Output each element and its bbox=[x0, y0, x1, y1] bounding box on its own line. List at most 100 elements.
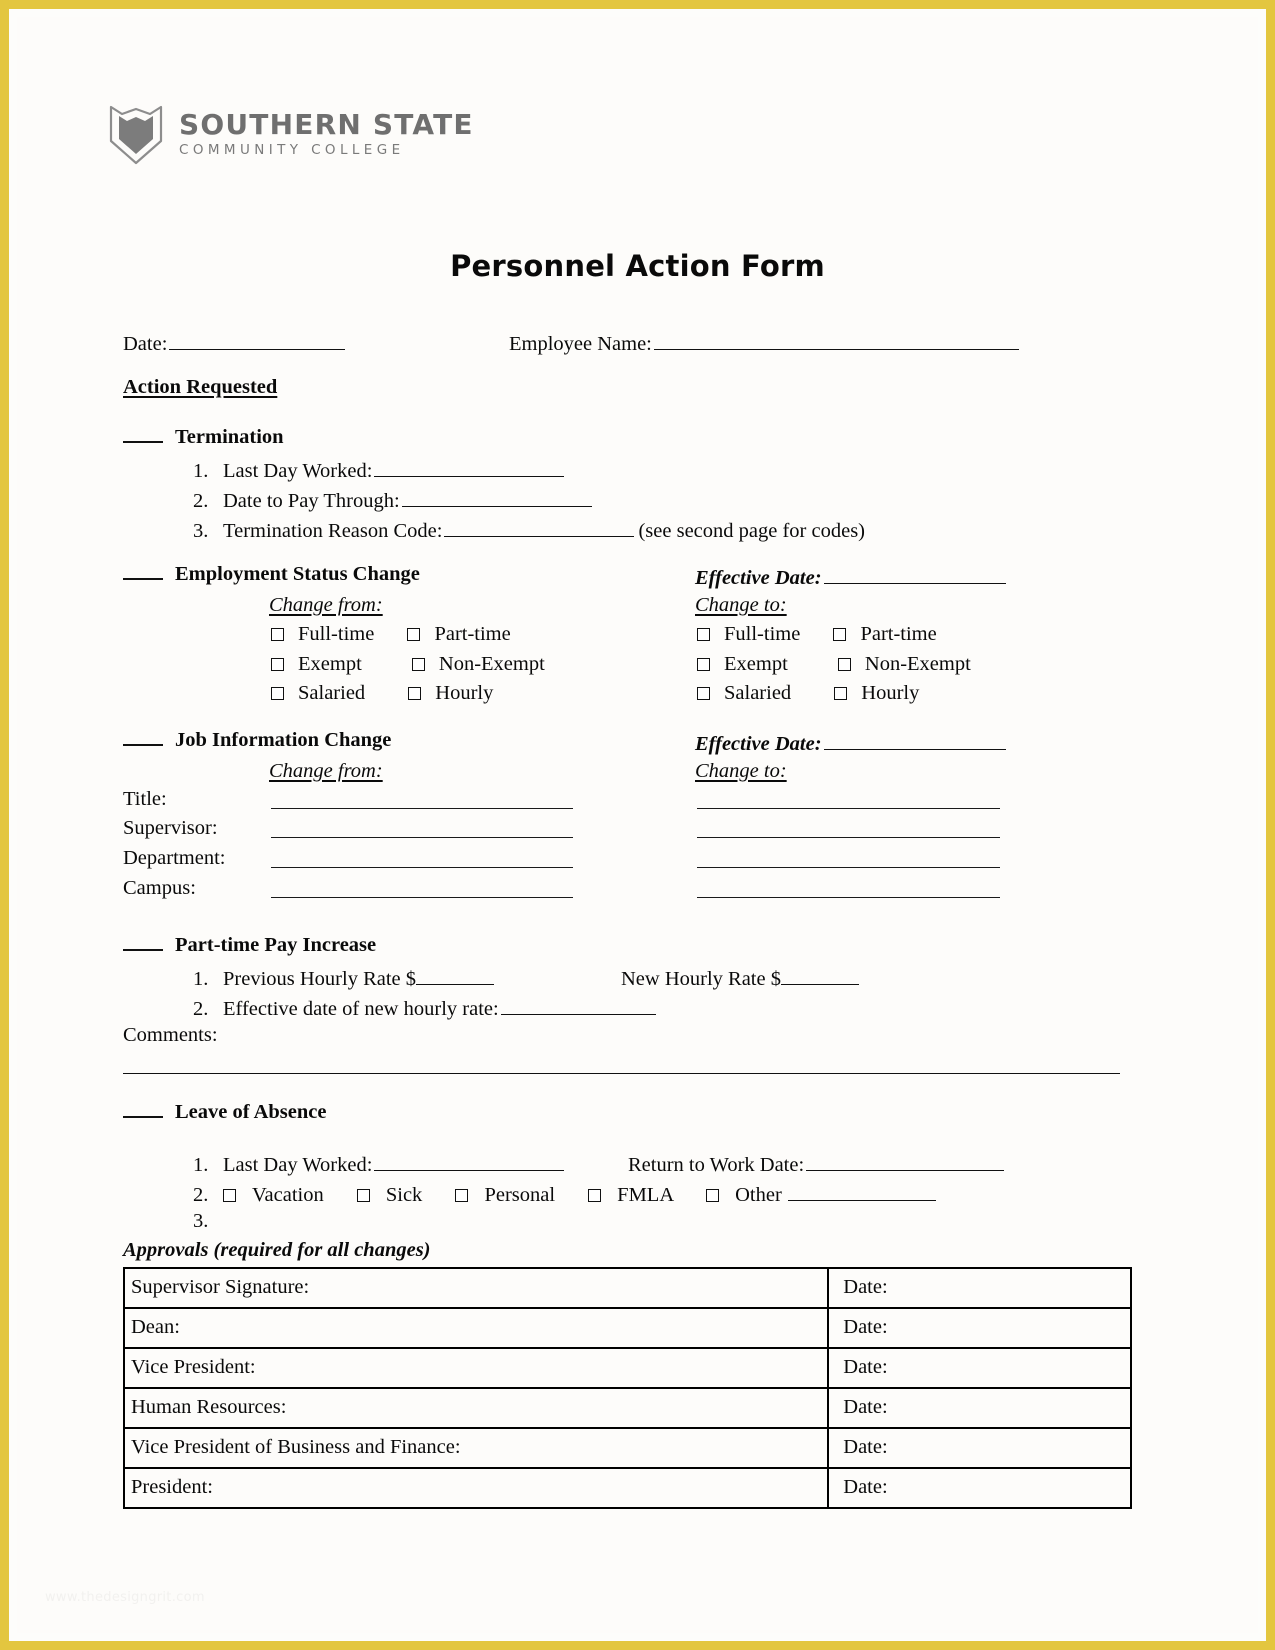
job-to-title-blank[interactable] bbox=[697, 789, 1000, 809]
section-termination-heading: Termination bbox=[123, 427, 284, 448]
date-input-blank[interactable] bbox=[169, 330, 346, 350]
employment-status-effective-date-group: Effective Date: bbox=[695, 564, 1006, 588]
previous-hourly-rate-blank[interactable] bbox=[416, 965, 495, 985]
job-field-supervisor-label: Supervisor: bbox=[123, 817, 218, 839]
approval-role-supervisor: Supervisor Signature: bbox=[122, 1267, 830, 1309]
date-to-pay-through-blank[interactable] bbox=[401, 487, 592, 507]
job-info-effective-date-blank[interactable] bbox=[823, 730, 1006, 750]
checkbox-loa-fmla[interactable] bbox=[588, 1188, 602, 1202]
employment-status-effective-date-blank[interactable] bbox=[823, 564, 1006, 584]
new-hourly-rate-blank[interactable] bbox=[780, 965, 859, 985]
approval-role-dean: Dean: bbox=[122, 1307, 830, 1349]
checkbox-to-exempt[interactable] bbox=[697, 658, 710, 671]
pay-increase-item-1: 1. Previous Hourly Rate $ bbox=[193, 965, 495, 989]
termination-heading-label: Termination bbox=[175, 426, 284, 448]
page-gold-frame: SOUTHERN STATE COMMUNITY COLLEGE Personn… bbox=[0, 0, 1275, 1650]
checkbox-to-full-time[interactable] bbox=[697, 628, 710, 641]
status-from-row-1: Full-time Part-time bbox=[271, 624, 511, 645]
job-to-department-blank[interactable] bbox=[697, 848, 1000, 868]
table-row: Vice President of Business and Finance: … bbox=[122, 1427, 1132, 1469]
approval-date-vice-president[interactable]: Date: bbox=[827, 1347, 1132, 1389]
status-to-row-2: Exempt Non-Exempt bbox=[697, 654, 971, 675]
termination-item-3: 3. Termination Reason Code: (see second pa… bbox=[193, 517, 865, 542]
job-info-change-from-label: Change from: bbox=[269, 760, 383, 782]
job-to-campus-blank[interactable] bbox=[697, 878, 1000, 898]
checkbox-to-salaried[interactable] bbox=[697, 687, 710, 700]
pay-increase-select-blank[interactable] bbox=[123, 936, 163, 951]
label-to-hourly: Hourly bbox=[861, 682, 920, 704]
checkbox-to-non-exempt[interactable] bbox=[837, 658, 851, 671]
date-field-group: Date: bbox=[123, 330, 346, 355]
employee-name-field-group: Employee Name: bbox=[509, 330, 1019, 354]
page-inner-margin: SOUTHERN STATE COMMUNITY COLLEGE Personn… bbox=[9, 9, 1266, 1641]
approval-date-human-resources[interactable]: Date: bbox=[827, 1387, 1132, 1429]
leave-of-absence-heading-label: Leave of Absence bbox=[175, 1101, 327, 1123]
job-from-campus-blank[interactable] bbox=[271, 878, 573, 898]
loa-return-to-work-blank[interactable] bbox=[806, 1151, 1005, 1171]
status-from-row-2: Exempt Non-Exempt bbox=[271, 654, 545, 675]
pay-increase-item-2-number: 2. bbox=[193, 997, 209, 1020]
loa-last-day-worked-label: Last Day Worked: bbox=[223, 1153, 373, 1176]
label-to-full-time: Full-time bbox=[724, 623, 801, 645]
job-from-supervisor-blank[interactable] bbox=[271, 818, 573, 838]
approval-date-president[interactable]: Date: bbox=[827, 1467, 1132, 1509]
label-to-non-exempt: Non-Exempt bbox=[864, 653, 971, 675]
approval-role-vp-business-finance: Vice President of Business and Finance: bbox=[122, 1427, 830, 1469]
job-info-select-blank[interactable] bbox=[123, 731, 163, 746]
comments-label: Comments: bbox=[123, 1024, 218, 1046]
job-from-department-blank[interactable] bbox=[271, 848, 573, 868]
approval-date-dean[interactable]: Date: bbox=[827, 1307, 1132, 1349]
loa-other-blank[interactable] bbox=[787, 1181, 936, 1201]
status-from-row-3: Salaried Hourly bbox=[271, 683, 493, 704]
date-label: Date: bbox=[123, 332, 168, 355]
approval-date-vp-business-finance[interactable]: Date: bbox=[827, 1427, 1132, 1469]
job-info-change-to-label: Change to: bbox=[695, 760, 787, 782]
table-row: President: Date: bbox=[122, 1467, 1132, 1509]
checkbox-from-non-exempt[interactable] bbox=[411, 658, 425, 671]
leave-of-absence-select-blank[interactable] bbox=[123, 1103, 163, 1118]
employee-name-input-blank[interactable] bbox=[653, 330, 1019, 350]
effective-date-new-rate-label: Effective date of new hourly rate: bbox=[223, 997, 499, 1020]
checkbox-loa-sick[interactable] bbox=[356, 1188, 370, 1202]
label-to-salaried: Salaried bbox=[724, 682, 792, 704]
section-job-info-heading: Job Information Change bbox=[123, 730, 391, 751]
effective-date-new-rate-blank[interactable] bbox=[500, 995, 656, 1015]
label-loa-fmla: FMLA bbox=[617, 1183, 673, 1206]
checkbox-loa-personal[interactable] bbox=[455, 1188, 469, 1202]
loa-last-day-worked-blank[interactable] bbox=[374, 1151, 565, 1171]
checkbox-from-hourly[interactable] bbox=[408, 687, 422, 700]
loa-item-2-number: 2. bbox=[193, 1183, 209, 1206]
approval-role-vice-president: Vice President: bbox=[122, 1347, 830, 1389]
approval-date-supervisor[interactable]: Date: bbox=[827, 1267, 1132, 1309]
employment-status-change-to-label: Change to: bbox=[695, 594, 787, 616]
termination-select-blank[interactable] bbox=[123, 428, 163, 443]
approval-role-human-resources: Human Resources: bbox=[122, 1387, 830, 1429]
employment-status-select-blank[interactable] bbox=[123, 565, 163, 580]
checkbox-from-salaried[interactable] bbox=[271, 687, 284, 700]
job-from-title-blank[interactable] bbox=[271, 789, 573, 809]
checkbox-to-part-time[interactable] bbox=[833, 628, 847, 641]
document-sheet: SOUTHERN STATE COMMUNITY COLLEGE Personn… bbox=[17, 17, 1258, 1633]
termination-item-1-label: Last Day Worked: bbox=[223, 459, 373, 482]
section-leave-of-absence-heading: Leave of Absence bbox=[123, 1102, 326, 1123]
job-to-supervisor-blank[interactable] bbox=[697, 818, 1000, 838]
termination-reason-code-blank[interactable] bbox=[444, 517, 635, 537]
comments-blank-line[interactable] bbox=[123, 1073, 1120, 1074]
last-day-worked-blank[interactable] bbox=[374, 457, 565, 477]
checkbox-from-exempt[interactable] bbox=[271, 658, 284, 671]
checkbox-to-hourly[interactable] bbox=[834, 687, 848, 700]
approval-role-president: President: bbox=[122, 1467, 830, 1509]
pay-increase-heading-label: Part-time Pay Increase bbox=[175, 934, 377, 956]
checkbox-loa-other[interactable] bbox=[706, 1188, 720, 1202]
label-from-non-exempt: Non-Exempt bbox=[438, 653, 545, 675]
checkbox-loa-vacation[interactable] bbox=[223, 1188, 236, 1202]
label-from-part-time: Part-time bbox=[434, 623, 511, 645]
label-to-part-time: Part-time bbox=[860, 623, 937, 645]
checkbox-from-full-time[interactable] bbox=[271, 628, 284, 641]
page-watermark: www.thedesigngrit.com bbox=[45, 1590, 205, 1605]
checkbox-from-part-time[interactable] bbox=[407, 628, 421, 641]
new-hourly-rate-label: New Hourly Rate $ bbox=[621, 967, 781, 990]
loa-item-3-number: 3. bbox=[193, 1210, 209, 1232]
job-field-title-label: Title: bbox=[123, 788, 167, 810]
job-info-heading-label: Job Information Change bbox=[175, 729, 392, 751]
